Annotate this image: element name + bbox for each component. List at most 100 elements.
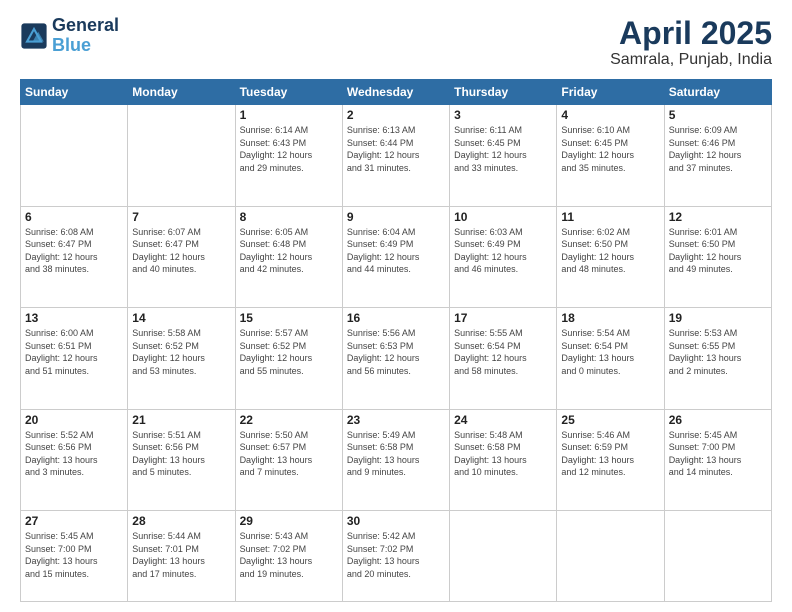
day-number: 1 bbox=[240, 108, 338, 122]
day-number: 28 bbox=[132, 514, 230, 528]
calendar-week-row: 20 Sunrise: 5:52 AM Sunset: 6:56 PM Dayli… bbox=[21, 409, 772, 510]
weekday-header: Saturday bbox=[664, 80, 771, 105]
day-info: Sunrise: 6:01 AM Sunset: 6:50 PM Dayligh… bbox=[669, 226, 767, 276]
day-info: Sunrise: 5:42 AM Sunset: 7:02 PM Dayligh… bbox=[347, 530, 445, 580]
calendar-cell: 5 Sunrise: 6:09 AM Sunset: 6:46 PM Daylig… bbox=[664, 105, 771, 206]
day-info: Sunrise: 5:44 AM Sunset: 7:01 PM Dayligh… bbox=[132, 530, 230, 580]
weekday-header: Sunday bbox=[21, 80, 128, 105]
day-number: 29 bbox=[240, 514, 338, 528]
weekday-header: Wednesday bbox=[342, 80, 449, 105]
calendar-cell: 3Sunrise: 6:11 AM Sunset: 6:45 PM Daylig… bbox=[450, 105, 557, 206]
calendar-cell: 19 Sunrise: 5:53 AM Sunset: 6:55 PM Dayli… bbox=[664, 308, 771, 409]
weekday-header: Tuesday bbox=[235, 80, 342, 105]
calendar-cell: 25Sunrise: 5:46 AM Sunset: 6:59 PM Dayli… bbox=[557, 409, 664, 510]
calendar-cell: 18 Sunrise: 5:54 AM Sunset: 6:54 PM Dayli… bbox=[557, 308, 664, 409]
calendar-week-row: 13 Sunrise: 6:00 AM Sunset: 6:51 PM Dayli… bbox=[21, 308, 772, 409]
day-info: Sunrise: 5:53 AM Sunset: 6:55 PM Dayligh… bbox=[669, 327, 767, 377]
day-number: 18 bbox=[561, 311, 659, 325]
logo: General Blue bbox=[20, 16, 119, 56]
calendar-cell: 14 Sunrise: 5:58 AM Sunset: 6:52 PM Dayli… bbox=[128, 308, 235, 409]
page: General Blue April 2025 Samrala, Punjab,… bbox=[0, 0, 792, 612]
calendar-cell: 22Sunrise: 5:50 AM Sunset: 6:57 PM Dayli… bbox=[235, 409, 342, 510]
logo-icon bbox=[20, 22, 48, 50]
calendar-cell: 16 Sunrise: 5:56 AM Sunset: 6:53 PM Dayli… bbox=[342, 308, 449, 409]
calendar-cell: 13 Sunrise: 6:00 AM Sunset: 6:51 PM Dayli… bbox=[21, 308, 128, 409]
day-number: 12 bbox=[669, 210, 767, 224]
day-info: Sunrise: 5:55 AM Sunset: 6:54 PM Dayligh… bbox=[454, 327, 552, 377]
calendar-cell: 2Sunrise: 6:13 AM Sunset: 6:44 PM Daylig… bbox=[342, 105, 449, 206]
day-info: Sunrise: 6:13 AM Sunset: 6:44 PM Dayligh… bbox=[347, 124, 445, 174]
logo-line2: Blue bbox=[52, 36, 119, 56]
day-number: 5 bbox=[669, 108, 767, 122]
day-number: 25 bbox=[561, 413, 659, 427]
day-number: 7 bbox=[132, 210, 230, 224]
calendar-cell bbox=[21, 105, 128, 206]
day-info: Sunrise: 6:04 AM Sunset: 6:49 PM Dayligh… bbox=[347, 226, 445, 276]
day-info: Sunrise: 6:14 AM Sunset: 6:43 PM Dayligh… bbox=[240, 124, 338, 174]
day-number: 16 bbox=[347, 311, 445, 325]
weekday-header: Thursday bbox=[450, 80, 557, 105]
day-number: 8 bbox=[240, 210, 338, 224]
calendar-cell: 28 Sunrise: 5:44 AM Sunset: 7:01 PM Dayli… bbox=[128, 511, 235, 602]
calendar-cell bbox=[450, 511, 557, 602]
calendar-week-row: 27Sunrise: 5:45 AM Sunset: 7:00 PM Dayli… bbox=[21, 511, 772, 602]
weekday-header: Friday bbox=[557, 80, 664, 105]
day-info: Sunrise: 6:11 AM Sunset: 6:45 PM Dayligh… bbox=[454, 124, 552, 174]
calendar-cell: 29 Sunrise: 5:43 AM Sunset: 7:02 PM Dayli… bbox=[235, 511, 342, 602]
calendar-week-row: 1 Sunrise: 6:14 AM Sunset: 6:43 PM Daylig… bbox=[21, 105, 772, 206]
calendar-cell: 17 Sunrise: 5:55 AM Sunset: 6:54 PM Dayli… bbox=[450, 308, 557, 409]
calendar-cell: 6Sunrise: 6:08 AM Sunset: 6:47 PM Daylig… bbox=[21, 206, 128, 307]
day-info: Sunrise: 5:54 AM Sunset: 6:54 PM Dayligh… bbox=[561, 327, 659, 377]
logo-line2-text: Blue bbox=[52, 35, 91, 55]
calendar-cell: 26Sunrise: 5:45 AM Sunset: 7:00 PM Dayli… bbox=[664, 409, 771, 510]
calendar-cell: 9Sunrise: 6:04 AM Sunset: 6:49 PM Daylig… bbox=[342, 206, 449, 307]
calendar-subtitle: Samrala, Punjab, India bbox=[610, 51, 772, 69]
logo-line1: General bbox=[52, 16, 119, 36]
calendar-header-row: SundayMondayTuesdayWednesdayThursdayFrid… bbox=[21, 80, 772, 105]
calendar-cell bbox=[557, 511, 664, 602]
calendar-cell bbox=[128, 105, 235, 206]
day-info: Sunrise: 6:00 AM Sunset: 6:51 PM Dayligh… bbox=[25, 327, 123, 377]
day-info: Sunrise: 5:52 AM Sunset: 6:56 PM Dayligh… bbox=[25, 429, 123, 479]
header: General Blue April 2025 Samrala, Punjab,… bbox=[20, 16, 772, 69]
day-number: 21 bbox=[132, 413, 230, 427]
day-info: Sunrise: 6:02 AM Sunset: 6:50 PM Dayligh… bbox=[561, 226, 659, 276]
day-number: 19 bbox=[669, 311, 767, 325]
calendar-table: SundayMondayTuesdayWednesdayThursdayFrid… bbox=[20, 79, 772, 602]
day-number: 14 bbox=[132, 311, 230, 325]
day-number: 6 bbox=[25, 210, 123, 224]
calendar-title: April 2025 bbox=[610, 16, 772, 51]
calendar-cell: 23Sunrise: 5:49 AM Sunset: 6:58 PM Dayli… bbox=[342, 409, 449, 510]
calendar-cell: 8 Sunrise: 6:05 AM Sunset: 6:48 PM Daylig… bbox=[235, 206, 342, 307]
day-number: 22 bbox=[240, 413, 338, 427]
day-info: Sunrise: 6:10 AM Sunset: 6:45 PM Dayligh… bbox=[561, 124, 659, 174]
day-number: 24 bbox=[454, 413, 552, 427]
day-info: Sunrise: 5:49 AM Sunset: 6:58 PM Dayligh… bbox=[347, 429, 445, 479]
title-block: April 2025 Samrala, Punjab, India bbox=[610, 16, 772, 69]
calendar-cell: 20 Sunrise: 5:52 AM Sunset: 6:56 PM Dayli… bbox=[21, 409, 128, 510]
day-info: Sunrise: 5:43 AM Sunset: 7:02 PM Dayligh… bbox=[240, 530, 338, 580]
day-info: Sunrise: 5:58 AM Sunset: 6:52 PM Dayligh… bbox=[132, 327, 230, 377]
day-info: Sunrise: 6:03 AM Sunset: 6:49 PM Dayligh… bbox=[454, 226, 552, 276]
day-info: Sunrise: 5:56 AM Sunset: 6:53 PM Dayligh… bbox=[347, 327, 445, 377]
calendar-cell: 15 Sunrise: 5:57 AM Sunset: 6:52 PM Dayli… bbox=[235, 308, 342, 409]
calendar-cell: 10 Sunrise: 6:03 AM Sunset: 6:49 PM Dayli… bbox=[450, 206, 557, 307]
day-number: 10 bbox=[454, 210, 552, 224]
day-info: Sunrise: 5:51 AM Sunset: 6:56 PM Dayligh… bbox=[132, 429, 230, 479]
day-info: Sunrise: 5:57 AM Sunset: 6:52 PM Dayligh… bbox=[240, 327, 338, 377]
day-number: 4 bbox=[561, 108, 659, 122]
calendar-cell: 12 Sunrise: 6:01 AM Sunset: 6:50 PM Dayli… bbox=[664, 206, 771, 307]
day-info: Sunrise: 6:09 AM Sunset: 6:46 PM Dayligh… bbox=[669, 124, 767, 174]
day-number: 26 bbox=[669, 413, 767, 427]
calendar-cell bbox=[664, 511, 771, 602]
day-info: Sunrise: 6:07 AM Sunset: 6:47 PM Dayligh… bbox=[132, 226, 230, 276]
day-number: 13 bbox=[25, 311, 123, 325]
calendar-cell: 21 Sunrise: 5:51 AM Sunset: 6:56 PM Dayli… bbox=[128, 409, 235, 510]
logo-text: General Blue bbox=[52, 16, 119, 56]
day-number: 15 bbox=[240, 311, 338, 325]
day-info: Sunrise: 6:05 AM Sunset: 6:48 PM Dayligh… bbox=[240, 226, 338, 276]
day-number: 20 bbox=[25, 413, 123, 427]
calendar-cell: 4 Sunrise: 6:10 AM Sunset: 6:45 PM Daylig… bbox=[557, 105, 664, 206]
day-number: 30 bbox=[347, 514, 445, 528]
day-number: 17 bbox=[454, 311, 552, 325]
